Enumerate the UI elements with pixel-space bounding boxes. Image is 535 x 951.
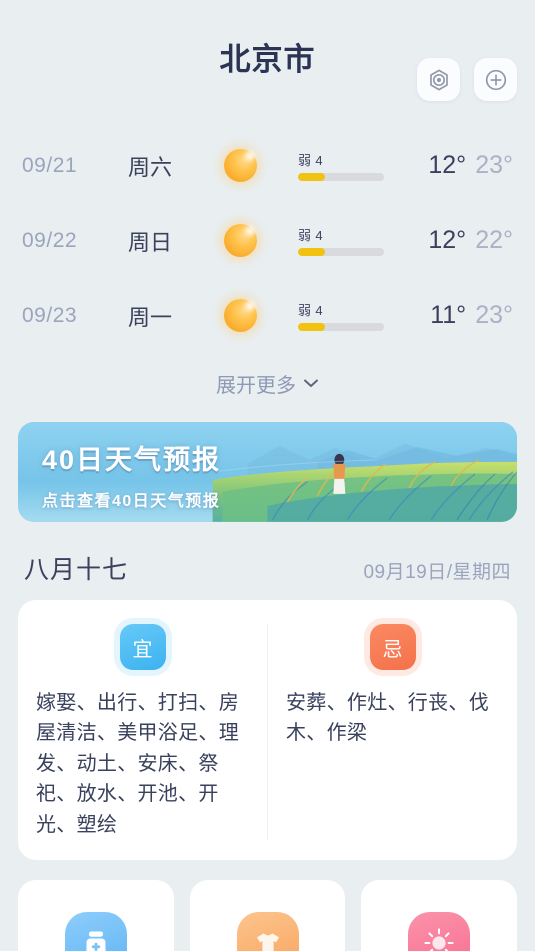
forecast-row[interactable]: 09/23 周一 弱 4 11° 23°: [0, 278, 535, 353]
forecast-list: 09/21 周六 弱 4 12° 23° 09/22 周日 弱 4 12° 22…: [0, 112, 535, 353]
uv-level-text: 弱: [298, 228, 312, 243]
app-header: 北京市: [0, 0, 535, 112]
weather-app-screen: 北京市 09/21 周六 弱 4 12° 23° 09/22 周日 弱 4 12…: [0, 0, 535, 951]
header-actions: [417, 58, 517, 101]
expand-more-button[interactable]: 展开更多: [0, 353, 535, 416]
ji-badge: 忌: [369, 624, 416, 670]
almanac-date-row: 八月十七 09月19日/星期四: [0, 522, 535, 600]
medicine-bottle-icon: [64, 911, 127, 951]
uv-label: 弱 4: [298, 300, 395, 319]
forecast-row[interactable]: 09/22 周日 弱 4 12° 22°: [0, 203, 535, 278]
uv-label: 弱 4: [298, 225, 395, 244]
uv-index: 弱 4: [292, 225, 395, 256]
forecast-weekday: 周六: [128, 154, 173, 180]
temp-low: 11°: [430, 301, 467, 329]
hexagon-target-icon: [426, 67, 452, 93]
sunny-icon: [224, 149, 257, 182]
banner-subtitle: 点击查看40日天气预报: [42, 493, 221, 510]
sun-rays-icon: [408, 911, 471, 951]
chevron-down-icon: [303, 375, 319, 393]
uv-progress-fill: [298, 248, 325, 256]
uv-value-text: 4: [315, 303, 324, 318]
location-button[interactable]: [417, 58, 460, 101]
forty-day-forecast-banner[interactable]: 40日天气预报 点击查看40日天气预报: [18, 422, 517, 522]
banner-title: 40日天气预报: [42, 445, 222, 475]
temp-high: 23°: [475, 151, 513, 179]
add-city-button[interactable]: [474, 58, 517, 101]
sunny-icon: [224, 224, 257, 257]
uv-label: 弱 4: [298, 150, 395, 169]
almanac-ji-column: 忌 安葬、作灶、行丧、伐木、作梁: [268, 624, 517, 840]
temp-low: 12°: [428, 151, 467, 179]
uv-value-text: 4: [315, 228, 324, 243]
life-index-row: [0, 860, 535, 951]
forecast-temperature: 12° 22°: [395, 226, 513, 255]
forecast-date: 09/23: [22, 303, 78, 327]
temp-low: 12°: [428, 226, 467, 254]
yi-items: 嫁娶、出行、打扫、房屋清洁、美甲浴足、理发、动土、安床、祭祀、放水、开池、开光、…: [36, 692, 239, 836]
uv-level-text: 弱: [298, 303, 312, 318]
forecast-row[interactable]: 09/21 周六 弱 4 12° 23°: [0, 128, 535, 203]
forecast-date: 09/21: [22, 153, 78, 177]
ji-items: 安葬、作灶、行丧、伐木、作梁: [286, 692, 489, 745]
forecast-weekday: 周一: [128, 304, 173, 330]
forecast-weekday: 周日: [128, 229, 173, 255]
forecast-temperature: 12° 23°: [395, 151, 513, 180]
uv-progress-track: [298, 323, 384, 331]
banner-text-block: 40日天气预报 点击查看40日天气预报: [42, 438, 221, 511]
almanac-yi-column: 宜 嫁娶、出行、打扫、房屋清洁、美甲浴足、理发、动土、安床、祭祀、放水、开池、开…: [18, 624, 268, 840]
lunar-date: 八月十七: [24, 556, 129, 584]
forecast-date: 09/22: [22, 228, 78, 252]
life-index-card-clothing[interactable]: [189, 879, 346, 951]
uv-value-text: 4: [315, 153, 324, 168]
temp-high: 23°: [475, 301, 513, 329]
page-title: 北京市: [219, 41, 316, 77]
expand-more-label: 展开更多: [216, 375, 296, 397]
forecast-weather-icon-cell: [220, 299, 292, 332]
temp-high: 22°: [475, 226, 513, 254]
uv-progress-fill: [298, 323, 325, 331]
forecast-temperature: 11° 23°: [395, 301, 513, 330]
uv-level-text: 弱: [298, 153, 312, 168]
gregorian-date: 09月19日/星期四: [363, 562, 511, 583]
uv-progress-track: [298, 248, 384, 256]
uv-progress-fill: [298, 173, 325, 181]
uv-progress-track: [298, 173, 384, 181]
forecast-weather-icon-cell: [220, 149, 292, 182]
uv-index: 弱 4: [292, 300, 395, 331]
forecast-weather-icon-cell: [220, 224, 292, 257]
life-index-card-uv[interactable]: [361, 879, 518, 951]
uv-index: 弱 4: [292, 150, 395, 181]
sunny-icon: [224, 299, 257, 332]
tshirt-icon: [236, 911, 299, 951]
yi-badge: 宜: [119, 624, 166, 670]
almanac-yiji-card[interactable]: 宜 嫁娶、出行、打扫、房屋清洁、美甲浴足、理发、动土、安床、祭祀、放水、开池、开…: [18, 600, 517, 860]
plus-circle-icon: [483, 67, 509, 93]
life-index-card-medicine[interactable]: [18, 879, 174, 951]
